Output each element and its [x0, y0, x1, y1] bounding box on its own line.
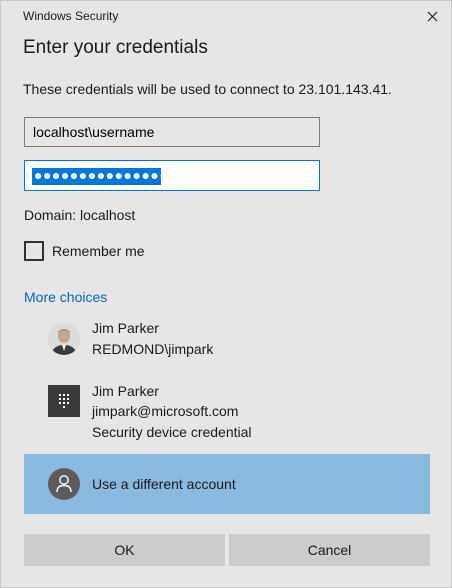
dialog-heading: Enter your credentials	[23, 37, 208, 58]
credentials-dialog: Windows Security Enter your credentials …	[0, 0, 452, 588]
title-bar: Windows Security	[1, 1, 451, 31]
close-button[interactable]	[419, 5, 445, 27]
more-choices-link[interactable]: More choices	[24, 289, 107, 305]
password-mask: ●●●●●●●●●●●●●●●	[34, 168, 161, 183]
use-different-account-option[interactable]: Use a different account	[24, 454, 430, 514]
remember-me-checkbox[interactable]: Remember me	[24, 241, 145, 261]
account-detail: jimpark@microsoft.com	[92, 403, 239, 419]
password-selection: ●●●●●●●●●●●●●●●	[32, 168, 161, 185]
cancel-button[interactable]: Cancel	[229, 534, 430, 566]
domain-label: Domain: localhost	[24, 207, 136, 223]
account-name: Use a different account	[92, 476, 236, 492]
connection-description: These credentials will be used to connec…	[23, 81, 392, 97]
checkbox-box[interactable]	[24, 241, 44, 261]
window-title: Windows Security	[23, 9, 119, 23]
account-name: Jim Parker	[92, 320, 159, 336]
remember-me-label: Remember me	[52, 243, 145, 259]
account-credential-type: Security device credential	[92, 424, 252, 440]
security-device-icon	[48, 385, 80, 417]
generic-user-icon	[48, 468, 80, 500]
account-option-jimpark-redmond[interactable]: Jim Parker REDMOND\jimpark	[24, 313, 430, 369]
account-name: Jim Parker	[92, 383, 159, 399]
user-photo-icon	[48, 323, 80, 355]
account-option-jimpark-security-device[interactable]: Jim Parker jimpark@microsoft.com Securit…	[24, 375, 430, 447]
account-detail: REDMOND\jimpark	[92, 341, 214, 357]
close-icon	[427, 11, 437, 21]
username-input[interactable]	[24, 117, 320, 147]
ok-button[interactable]: OK	[24, 534, 225, 566]
